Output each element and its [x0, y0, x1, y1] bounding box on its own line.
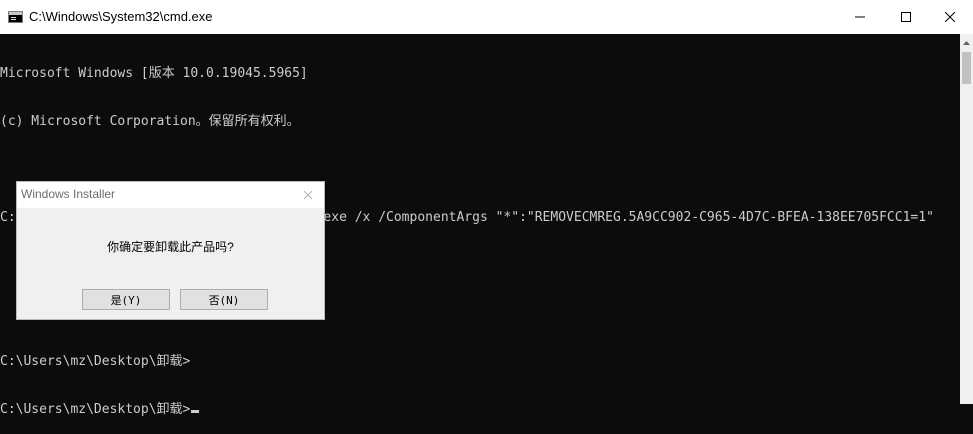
dialog-title: Windows Installer [21, 187, 116, 201]
console-prompt-line[interactable]: C:\Users\mz\Desktop\卸载> [0, 402, 960, 418]
console-line: (c) Microsoft Corporation。保留所有权利。 [0, 114, 300, 129]
text-cursor [191, 410, 200, 413]
vertical-scrollbar[interactable] [960, 34, 973, 404]
cmd-icon [8, 11, 23, 23]
close-button[interactable] [927, 0, 973, 34]
dialog-body: 你确定要卸载此产品吗? 是(Y) 否(N) [17, 208, 324, 319]
chevron-up-icon [963, 40, 970, 45]
console-prompt: C:\Users\mz\Desktop\卸载> [0, 402, 191, 417]
window-titlebar[interactable]: C:\Windows\System32\cmd.exe [0, 0, 973, 34]
scroll-thumb[interactable] [962, 52, 971, 84]
dialog-close-icon[interactable] [301, 188, 315, 202]
minimize-button[interactable] [837, 0, 883, 34]
scroll-up-button[interactable] [960, 34, 973, 51]
maximize-button[interactable] [883, 0, 929, 34]
console-line: C:\Users\mz\Desktop\卸载> [0, 354, 191, 369]
no-button[interactable]: 否(N) [180, 289, 268, 310]
close-icon [945, 12, 955, 22]
installer-dialog: Windows Installer 你确定要卸载此产品吗? 是(Y) 否(N) [16, 181, 325, 320]
maximize-icon [901, 12, 911, 22]
dialog-message: 你确定要卸载此产品吗? [107, 240, 234, 254]
console-line: Microsoft Windows [版本 10.0.19045.5965] [0, 66, 308, 81]
window-title: C:\Windows\System32\cmd.exe [29, 9, 213, 24]
minimize-icon [855, 16, 865, 18]
dialog-titlebar[interactable]: Windows Installer [17, 182, 324, 208]
yes-button[interactable]: 是(Y) [82, 289, 170, 310]
